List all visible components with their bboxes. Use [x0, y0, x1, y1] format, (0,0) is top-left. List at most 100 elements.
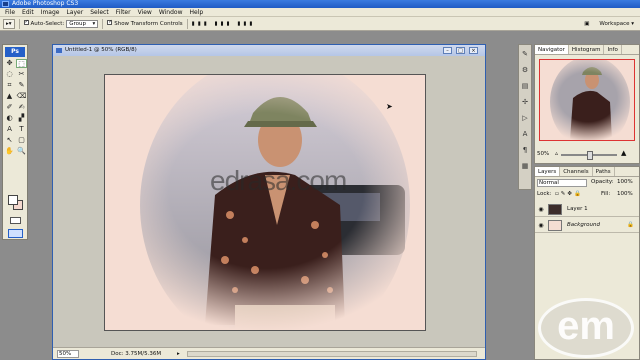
- tool-presets-icon[interactable]: ⚙: [520, 65, 530, 75]
- screen-mode-icon[interactable]: [8, 229, 23, 238]
- lock-icons[interactable]: ▫✎✥🔒: [555, 191, 583, 197]
- zoom-out-icon[interactable]: ▵: [555, 150, 558, 157]
- tab-layers[interactable]: Layers: [535, 167, 561, 176]
- close-icon: ×: [471, 48, 476, 54]
- tab-channels[interactable]: Channels: [560, 167, 593, 176]
- maximize-button[interactable]: □: [456, 47, 465, 54]
- close-button[interactable]: ×: [469, 47, 478, 54]
- blend-mode-dropdown[interactable]: Normal: [537, 179, 587, 187]
- gradient-tool-icon[interactable]: ▞: [16, 114, 27, 123]
- layers-tabs: Layers Channels Paths: [535, 167, 639, 177]
- navigator-tabs: Navigator Histogram Info: [535, 45, 639, 55]
- tab-navigator[interactable]: Navigator: [535, 45, 569, 54]
- photo-image: [105, 75, 425, 330]
- dodge-tool-icon[interactable]: ◐: [4, 114, 15, 123]
- pencil-tool-icon[interactable]: ✍: [16, 103, 27, 112]
- history-brush-icon[interactable]: ✐: [4, 103, 15, 112]
- show-transform-label: Show Transform Controls: [114, 21, 183, 27]
- brush-tool-icon[interactable]: ✎: [16, 81, 27, 90]
- lasso-tool-icon[interactable]: ◌: [4, 70, 15, 79]
- bridge-icon[interactable]: ▣: [584, 21, 589, 27]
- opacity-label: Opacity:: [591, 179, 614, 185]
- mouse-cursor-icon: ➤: [386, 102, 393, 111]
- tab-histogram[interactable]: Histogram: [569, 45, 605, 54]
- menu-bar: File Edit Image Layer Select Filter View…: [0, 8, 640, 17]
- navigator-zoom-slider[interactable]: [561, 151, 617, 160]
- hand-tool-icon[interactable]: ✋: [4, 147, 15, 156]
- menu-select[interactable]: Select: [89, 9, 110, 16]
- menu-layer[interactable]: Layer: [65, 9, 84, 16]
- layer-name: Layer 1: [567, 206, 588, 212]
- auto-select-label: Auto-Select:: [30, 21, 65, 27]
- brushes-icon[interactable]: ✎: [520, 49, 530, 59]
- horizontal-scrollbar[interactable]: [187, 351, 477, 357]
- blend-row: Normal Opacity: 100%: [537, 179, 637, 189]
- auto-select-dropdown[interactable]: Group ▾: [66, 19, 99, 28]
- title-bar: Adobe Photoshop CS3: [0, 0, 640, 8]
- slice-tool-icon[interactable]: ⌗: [4, 81, 15, 90]
- menu-edit[interactable]: Edit: [21, 9, 35, 16]
- history-icon[interactable]: ▦: [520, 161, 530, 171]
- menu-file[interactable]: File: [4, 9, 16, 16]
- foreground-color-swatch[interactable]: [8, 195, 18, 205]
- maximize-icon: □: [458, 48, 463, 54]
- auto-select-checkbox[interactable]: Auto-Select:: [23, 19, 65, 27]
- actions-icon[interactable]: ▷: [520, 113, 530, 123]
- menu-window[interactable]: Window: [158, 9, 184, 16]
- zoom-field[interactable]: 50%: [57, 350, 79, 358]
- show-transform-checkbox[interactable]: Show Transform Controls: [107, 19, 183, 27]
- navigator-zoom-value[interactable]: 50%: [537, 151, 549, 157]
- paragraph-icon[interactable]: ¶: [520, 145, 530, 155]
- zoom-in-icon[interactable]: ▲: [621, 149, 626, 157]
- menu-filter[interactable]: Filter: [115, 9, 132, 16]
- panel-dock-strip: ✎ ⚙ ▤ ✢ ▷ A ¶ ▦: [518, 44, 532, 190]
- tab-paths[interactable]: Paths: [593, 167, 615, 176]
- layer-comps-icon[interactable]: ▤: [520, 81, 530, 91]
- site-watermark: edrasa.com: [210, 165, 347, 196]
- auto-select-value: Group: [69, 20, 86, 27]
- type-tool-icon[interactable]: T: [16, 125, 27, 134]
- lock-icon: 🔒: [627, 222, 634, 228]
- path-select-icon[interactable]: ↖: [4, 136, 15, 145]
- quick-mask-icon[interactable]: [10, 217, 21, 224]
- doc-info[interactable]: Doc: 3.75M/5.36M: [111, 348, 161, 360]
- status-arrow-icon[interactable]: ▸: [177, 348, 180, 360]
- minimize-button[interactable]: –: [443, 47, 452, 54]
- opacity-field[interactable]: 100%: [617, 179, 633, 185]
- clone-source-icon[interactable]: ✢: [520, 97, 530, 107]
- zoom-tool-icon[interactable]: 🔍: [16, 147, 27, 156]
- shape-tool-icon[interactable]: ▢: [16, 136, 27, 145]
- document-canvas[interactable]: [104, 74, 426, 331]
- align-icons[interactable]: ▮▮▮ ▮▮▮ ▮▮▮: [192, 21, 256, 27]
- menu-help[interactable]: Help: [189, 9, 205, 16]
- crop-tool-icon[interactable]: ✂: [16, 70, 27, 79]
- checkbox-icon: [23, 19, 29, 25]
- pen-tool-icon[interactable]: A: [4, 125, 15, 134]
- eye-icon[interactable]: ◉: [537, 202, 545, 217]
- eraser-tool-icon[interactable]: ⌫: [16, 92, 27, 101]
- eye-icon[interactable]: ◉: [537, 218, 545, 233]
- layer-row[interactable]: ◉ Layer 1: [535, 202, 639, 217]
- character-icon[interactable]: A: [520, 129, 530, 139]
- lock-label: Lock:: [537, 191, 552, 197]
- document-title-bar[interactable]: Untitled-1 @ 50% (RGB/8) – □ ×: [53, 45, 485, 56]
- move-tool-preset-button[interactable]: ▸▾: [3, 18, 15, 29]
- navigator-panel: Navigator Histogram Info 50% ▵ ▲: [534, 44, 640, 164]
- stamp-tool-icon[interactable]: ▲: [4, 92, 15, 101]
- divider: [18, 18, 20, 29]
- app-title: Adobe Photoshop CS3: [12, 0, 79, 7]
- checkbox-icon: [107, 19, 112, 25]
- move-tool-icon[interactable]: ✥: [4, 59, 15, 68]
- fill-field[interactable]: 100%: [617, 191, 633, 197]
- navigator-thumbnail[interactable]: [539, 59, 635, 141]
- options-bar: ▸▾ Auto-Select: Group ▾ Show Transform Co…: [0, 17, 640, 31]
- menu-view[interactable]: View: [137, 9, 153, 16]
- menu-image[interactable]: Image: [40, 9, 61, 16]
- marquee-tool-icon[interactable]: ⬚: [16, 59, 27, 68]
- workspace-dropdown[interactable]: Workspace ▾: [599, 21, 634, 27]
- lock-row: Lock: ▫✎✥🔒 Fill: 100%: [537, 191, 637, 201]
- chevron-down-icon: ▾: [92, 20, 96, 27]
- layer-row[interactable]: ◉ Background 🔒: [535, 218, 639, 233]
- minimize-icon: –: [446, 48, 449, 54]
- tab-info[interactable]: Info: [604, 45, 622, 54]
